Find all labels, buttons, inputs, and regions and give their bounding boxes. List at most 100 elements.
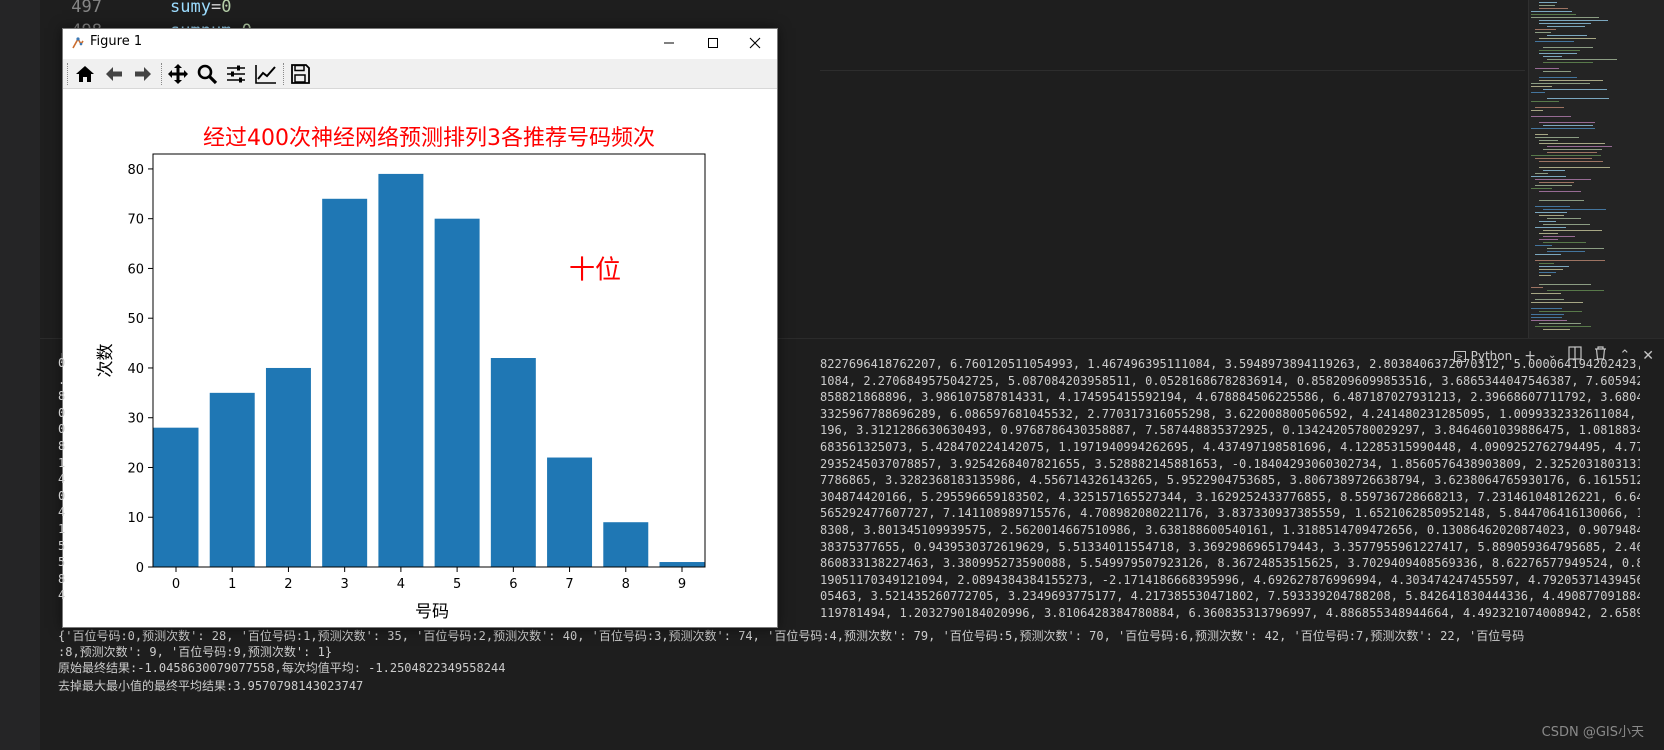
window-titlebar[interactable]: Figure 1: [63, 29, 777, 57]
terminal-prefix-char: 5: [58, 538, 66, 553]
x-tick-label: 4: [397, 577, 405, 592]
terminal-output-line: 858821868896, 3.986107587814331, 4.17459…: [820, 390, 1640, 405]
x-tick-label: 5: [453, 577, 461, 592]
bar: [209, 392, 255, 567]
close-icon: [749, 37, 761, 49]
maximize-button[interactable]: [691, 29, 735, 57]
terminal-prefix-char: 0: [58, 405, 66, 420]
bar: [265, 367, 311, 567]
forward-button[interactable]: [130, 61, 156, 87]
close-panel-icon[interactable]: ✕: [1642, 345, 1654, 367]
terminal-prefix-char: 0: [58, 356, 66, 370]
y-tick-label: 30: [127, 412, 144, 427]
x-tick-label: 8: [622, 577, 630, 592]
terminal-dict-line: {'百位号码:0,预测次数': 28, '百位号码:1,预测次数': 35, '…: [58, 629, 1525, 643]
x-tick-label: 9: [678, 577, 686, 592]
terminal-prefix-char: 8: [58, 571, 66, 586]
terminal-output-line: 2935245037078857, 3.9254268407821655, 3.…: [820, 456, 1640, 471]
maximize-icon: [708, 38, 718, 48]
y-tick-label: 20: [127, 461, 144, 476]
y-tick-label: 60: [127, 262, 144, 277]
terminal-prefix-char: 0: [58, 422, 66, 437]
window-title: Figure 1: [90, 34, 143, 49]
terminal-output-line: 7786865, 3.3282368183135986, 4.556714326…: [820, 473, 1640, 488]
bar: [547, 457, 593, 567]
code-number: 0: [221, 0, 232, 17]
minimize-button[interactable]: [647, 29, 691, 57]
bar: [434, 218, 480, 567]
terminal-output-line: 8227696418762207, 6.760120511054993, 1.4…: [820, 357, 1640, 371]
terminal-output-line: 1084, 2.2706849575042725, 5.087084203958…: [820, 373, 1640, 388]
back-arrow-icon: [106, 67, 122, 81]
bar: [490, 358, 536, 567]
bar: [322, 198, 368, 567]
chart-title: 经过400次神经网络预测排列3各推荐号码频次: [203, 126, 655, 151]
zoom-button[interactable]: [194, 61, 220, 87]
edit-axis-button[interactable]: [253, 61, 279, 87]
figure-toolbar: [63, 59, 777, 89]
home-icon: [76, 66, 94, 82]
minimize-icon: [664, 42, 674, 44]
terminal-result-line: 去掉最大最小值的最终平均结果:3.9570798143023747: [58, 679, 364, 693]
line-number: 497: [71, 0, 102, 17]
bar: [153, 427, 199, 567]
save-button[interactable]: [287, 61, 313, 87]
y-tick-label: 10: [127, 511, 144, 526]
x-tick-label: 3: [341, 577, 349, 592]
editor-divider: [820, 70, 1525, 71]
figure-window[interactable]: Figure 1 经过400次神经网络预测排列3各推荐号码频次 0 10 20 …: [62, 28, 778, 628]
y-tick-label: 80: [127, 163, 144, 178]
toolbar-separator: [161, 63, 162, 85]
terminal-prefix-char: 0: [58, 488, 66, 503]
code-operator: =: [210, 0, 222, 17]
terminal-prefix-char: .: [58, 372, 66, 387]
terminal-result-line: 原始最终结果:-1.0458630079077558,每次均值平均: -1.25…: [58, 661, 506, 675]
home-button[interactable]: [72, 61, 98, 87]
toolbar-grip: [67, 63, 68, 85]
terminal-prefix-char: 5: [58, 555, 66, 570]
bar: [603, 522, 649, 567]
save-icon: [291, 64, 310, 84]
subplots-config-button[interactable]: [223, 61, 249, 87]
y-tick-label: 40: [127, 362, 144, 377]
terminal-prefix-char: 4: [58, 505, 66, 520]
terminal-output-line: 38375377655, 0.9439530372619629, 5.51334…: [820, 539, 1640, 554]
pan-icon: [168, 64, 188, 84]
minimap-slider[interactable]: [1528, 0, 1664, 338]
terminal-dict-line: :8,预测次数': 9, '百位号码:9,预测次数': 1}: [58, 645, 333, 659]
chart-annotation: 十位: [569, 255, 621, 285]
back-button[interactable]: [101, 61, 127, 87]
y-tick-label: 0: [136, 561, 144, 576]
x-tick-label: 7: [565, 577, 573, 592]
subplots-config-icon: [227, 65, 245, 83]
pan-button[interactable]: [165, 61, 191, 87]
y-tick-label: 70: [127, 213, 144, 228]
bar-chart: 经过400次神经网络预测排列3各推荐号码频次 0 10 20 30 40 50 60 70 80 0…: [96, 126, 706, 622]
watermark: CSDN @GIS小天: [1541, 725, 1644, 740]
code-variable: sumy: [170, 0, 211, 17]
forward-arrow-icon: [135, 67, 151, 81]
y-axis-label: 次数: [96, 344, 116, 378]
terminal-prefix-char: 4: [58, 588, 66, 603]
terminal-prefix-char: 1: [58, 455, 66, 470]
figure-canvas[interactable]: 经过400次神经网络预测排列3各推荐号码频次 0 10 20 30 40 50 60 70 80 0…: [63, 89, 777, 627]
terminal-output-line: 05463, 3.521435260772705, 3.234969377517…: [820, 589, 1640, 604]
terminal-prefix-char: 1: [58, 522, 66, 536]
y-tick-label: 50: [127, 312, 144, 327]
terminal-output-line: 8308, 3.801345109939575, 2.5620014667510…: [820, 523, 1640, 537]
terminal-output-line: 119781494, 1.2032790184020996, 3.8106428…: [820, 606, 1640, 620]
close-button[interactable]: [733, 29, 777, 57]
terminal-prefix-char: 8: [58, 439, 66, 453]
bar: [659, 562, 705, 567]
code-line[interactable]: sumy=0: [170, 0, 231, 17]
terminal-output-line: 304874420166, 5.295596659183502, 4.32515…: [820, 489, 1640, 504]
activity-bar: [0, 0, 40, 750]
terminal-output-line: 5652924776077­27, 7.141108989715576, 4.7…: [820, 506, 1640, 521]
x-tick-label: 0: [172, 577, 180, 592]
terminal-output-line: 68356132507­3, 5.428470224142075, 1.1971…: [820, 440, 1640, 454]
terminal-prefix-char: 8: [58, 389, 66, 404]
toolbar-separator: [283, 63, 284, 85]
x-axis-label: 号码: [415, 602, 449, 622]
x-tick-label: 1: [228, 577, 236, 592]
terminal-output-line: 860833138227463, 3.380995273590088, 5.54…: [820, 556, 1640, 571]
